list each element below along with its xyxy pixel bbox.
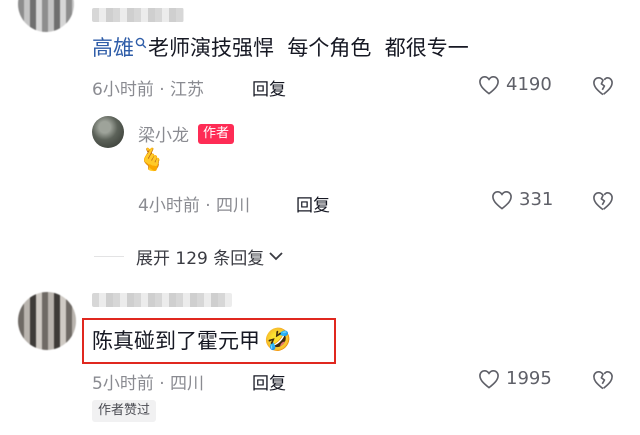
comment-2-text-row: 陈真碰到了霍元甲 🤣 xyxy=(92,325,291,355)
expand-label: 展开 129 条回复 xyxy=(136,249,265,269)
heart-outline-icon xyxy=(478,75,500,95)
like-count: 4190 xyxy=(506,74,552,95)
like-button[interactable]: 1995 xyxy=(478,368,552,389)
like-button[interactable]: 331 xyxy=(491,189,553,210)
reply-emoji: 🫰 xyxy=(138,148,166,173)
avatar-blurred[interactable] xyxy=(18,0,74,32)
time-location: 4小时前 · 四川 xyxy=(138,196,251,216)
expand-replies-button[interactable]: 展开 129 条回复 xyxy=(136,244,284,269)
time-location: 5小时前 · 四川 xyxy=(92,374,205,394)
username-blurred xyxy=(92,8,184,22)
broken-heart-icon xyxy=(592,191,614,211)
expand-divider xyxy=(94,256,124,257)
like-count: 331 xyxy=(519,189,554,210)
heart-outline-icon xyxy=(491,190,513,210)
avatar-blurred[interactable] xyxy=(18,292,76,350)
chevron-down-icon xyxy=(268,247,284,266)
comment-text: 陈真碰到了霍元甲 xyxy=(92,329,260,353)
search-icon[interactable] xyxy=(135,34,147,53)
reply-button[interactable]: 回复 xyxy=(252,75,286,100)
reply-button[interactable]: 回复 xyxy=(296,191,330,216)
time-location: 6小时前 · 江苏 xyxy=(92,80,205,100)
author-liked-badge: 作者赞过 xyxy=(92,400,157,422)
username-blurred xyxy=(92,293,232,307)
reply-button[interactable]: 回复 xyxy=(252,369,286,394)
author-username[interactable]: 梁小龙 xyxy=(138,121,189,146)
dislike-button[interactable] xyxy=(592,76,614,96)
broken-heart-icon xyxy=(592,76,614,96)
username-link[interactable]: 高雄 xyxy=(92,32,134,62)
dislike-button[interactable] xyxy=(592,370,614,390)
laughing-emoji: 🤣 xyxy=(264,327,292,353)
author-row: 梁小龙 作者 xyxy=(138,121,235,146)
heart-outline-icon xyxy=(478,369,500,389)
comment-1-text-row: 高雄 老师演技强悍 每个角色 都很专一 xyxy=(92,32,469,62)
like-button[interactable]: 4190 xyxy=(478,74,552,95)
broken-heart-icon xyxy=(592,370,614,390)
like-count: 1995 xyxy=(506,368,552,389)
dislike-button[interactable] xyxy=(592,191,614,211)
comment-text: 老师演技强悍 每个角色 都很专一 xyxy=(148,36,469,60)
avatar[interactable] xyxy=(92,116,124,148)
author-tag: 作者 xyxy=(198,123,235,144)
